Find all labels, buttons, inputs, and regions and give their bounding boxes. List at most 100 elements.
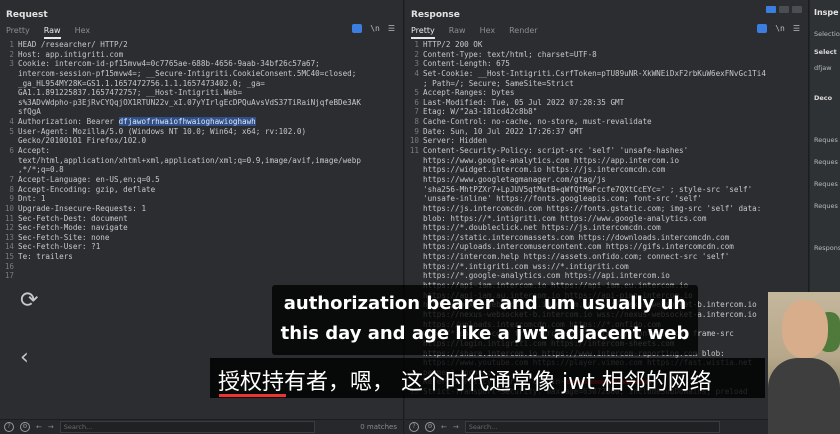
- code-line: blob: https://*.intigriti.com https://ww…: [405, 214, 808, 224]
- line-number: 9: [9, 194, 14, 204]
- help-icon[interactable]: ?: [409, 422, 419, 432]
- settings-icon[interactable]: ⚙: [20, 422, 30, 432]
- line-text: Dnt: 1: [18, 194, 46, 204]
- refresh-icon[interactable]: ⟳: [20, 288, 38, 313]
- match-count: 0 matches: [360, 423, 397, 431]
- line-text: https://www.googletagmanager.com/gtag/js: [423, 174, 606, 184]
- prev-arrow-icon[interactable]: ←: [36, 423, 42, 431]
- help-icon[interactable]: ?: [4, 422, 14, 432]
- code-line: 13 Sec-Fetch-Site: none: [0, 233, 403, 243]
- line-number: 1: [9, 40, 14, 49]
- code-line: https://widget.intercom.io https://js.in…: [405, 165, 808, 175]
- inspector-title: Inspe: [814, 8, 839, 17]
- layout-buttons: [766, 6, 802, 13]
- english-caption: authorization bearer and um usually uh t…: [272, 285, 698, 355]
- inspector-item[interactable]: Reques: [814, 158, 838, 166]
- response-tools: \n ☰: [757, 24, 800, 33]
- code-line: 3 Content-Length: 675: [405, 59, 808, 69]
- code-line: Gecko/20100101 Firefox/102.0: [0, 136, 403, 146]
- inspector-item[interactable]: Deco: [814, 94, 832, 102]
- code-line: 16: [0, 262, 403, 272]
- code-line: 11 Content-Security-Policy: script-src 's…: [405, 146, 808, 156]
- layout-vertical-icon[interactable]: [792, 6, 802, 13]
- tab-pretty[interactable]: Pretty: [411, 26, 435, 39]
- line-number: 8: [9, 184, 14, 194]
- line-text: Te: trailers: [18, 252, 73, 262]
- line-number: 2: [9, 49, 14, 59]
- inspector-item[interactable]: Respons: [814, 244, 840, 252]
- line-text: Last-Modified: Tue, 05 Jul 2022 07:28:35…: [423, 97, 625, 107]
- inspector-item[interactable]: Selection: [814, 30, 840, 38]
- wrap-icon[interactable]: [352, 24, 363, 33]
- line-number: 11: [4, 213, 14, 223]
- inspector-item[interactable]: dfjaw: [814, 64, 832, 72]
- code-line: https://static.intercomassets.com https:…: [405, 233, 808, 243]
- line-text: https://widget.intercom.io https://js.in…: [423, 165, 666, 175]
- inspector-item[interactable]: Select: [814, 48, 837, 56]
- request-search-input[interactable]: Search...: [59, 421, 315, 433]
- code-line: https://*.doubleclick.net https://js.int…: [405, 223, 808, 233]
- line-text: https://*.intigriti.com wss://*.intigrit…: [423, 261, 629, 271]
- menu-icon[interactable]: ☰: [793, 24, 800, 33]
- line-text: Sec-Fetch-Mode: navigate: [18, 223, 128, 233]
- line-text: Accept-Language: en-US,en;q=0.5: [18, 174, 160, 184]
- tab-render[interactable]: Render: [509, 26, 537, 39]
- line-number: 10: [4, 203, 14, 213]
- selected-token[interactable]: dfjawofrhwaiofhwaioghawioghawh: [118, 117, 256, 127]
- code-line: 'sha256-MhtPZXr7+LpJUV5qtMutB+qWfQtMaFcc…: [405, 185, 808, 195]
- code-line: 2 Content-Type: text/html; charset=UTF-8: [405, 50, 808, 60]
- tab-raw[interactable]: Raw: [449, 26, 466, 39]
- line-number: 6: [414, 97, 419, 107]
- layout-split-icon[interactable]: [766, 6, 776, 13]
- code-line: 9 Dnt: 1: [0, 194, 403, 204]
- menu-icon[interactable]: ☰: [388, 24, 395, 33]
- line-text: Date: Sun, 10 Jul 2022 17:26:37 GMT: [423, 126, 584, 136]
- line-text: https://www.google-analytics.com https:/…: [423, 155, 680, 165]
- code-line: ,*/*;q=0.8: [0, 165, 403, 175]
- code-line: 10 Server: Hidden: [405, 136, 808, 146]
- response-search-input[interactable]: Search...: [464, 421, 720, 433]
- line-text: Sec-Fetch-User: ?1: [18, 242, 101, 252]
- line-number: 14: [4, 242, 14, 252]
- tab-raw[interactable]: Raw: [43, 26, 61, 39]
- line-number: 8: [414, 117, 419, 127]
- next-arrow-icon[interactable]: →: [48, 423, 54, 431]
- code-line: 8 Accept-Encoding: gzip, deflate: [0, 185, 403, 195]
- inspector-item[interactable]: Reques: [814, 136, 838, 144]
- response-search-bar: ? ⚙ ← → Search...: [405, 419, 808, 434]
- back-arrow-icon[interactable]: ‹: [20, 345, 29, 370]
- code-line: ; Path=/; Secure; SameSite=Strict: [405, 79, 808, 89]
- layout-horizontal-icon[interactable]: [779, 6, 789, 13]
- line-text: Content-Length: 675: [423, 59, 510, 69]
- line-text: https://intercom.help https://assets.onf…: [423, 252, 730, 262]
- line-number: 6: [9, 146, 14, 156]
- line-text: Accept-Encoding: gzip, deflate: [18, 184, 156, 194]
- line-text: Cookie: intercom-id-pf15mvw4=0c7765ae-68…: [18, 59, 320, 69]
- request-search-bar: ? ⚙ ← → Search... 0 matches: [0, 419, 403, 434]
- wrap-icon[interactable]: [757, 24, 768, 33]
- newline-toggle[interactable]: \n: [775, 24, 785, 33]
- line-text: Set-Cookie: __Host-Intigriti.CsrfToken=p…: [423, 68, 766, 78]
- code-line: 7 Accept-Language: en-US,en;q=0.5: [0, 175, 403, 185]
- presenter-head: [782, 300, 828, 358]
- request-title: Request: [6, 10, 48, 20]
- code-line: 5 User-Agent: Mozilla/5.0 (Windows NT 10.…: [0, 127, 403, 137]
- tab-pretty[interactable]: Pretty: [6, 26, 30, 39]
- inspector-item[interactable]: Reques: [814, 180, 838, 188]
- settings-icon[interactable]: ⚙: [425, 422, 435, 432]
- code-line: 2 Host: app.intigriti.com: [0, 50, 403, 60]
- newline-toggle[interactable]: \n: [370, 24, 380, 33]
- tab-hex[interactable]: Hex: [75, 26, 91, 39]
- line-text: Sec-Fetch-Dest: document: [18, 213, 128, 223]
- line-number: 4: [414, 68, 419, 78]
- line-number: 12: [4, 223, 14, 233]
- code-line: 'unsafe-inline' https://fonts.googleapis…: [405, 194, 808, 204]
- line-text: 'sha256-MhtPZXr7+LpJUV5qtMutB+qWfQtMaFcc…: [423, 184, 753, 194]
- prev-arrow-icon[interactable]: ←: [441, 423, 447, 431]
- line-number: 11: [409, 146, 419, 156]
- inspector-item[interactable]: Reques: [814, 202, 838, 210]
- tab-hex[interactable]: Hex: [480, 26, 496, 39]
- next-arrow-icon[interactable]: →: [453, 423, 459, 431]
- chinese-caption: 授权持有者，嗯， 这个时代通常像 jwt 相邻的网络: [210, 358, 765, 398]
- request-editor[interactable]: 1 HEAD /researcher/ HTTP/2 2 Host: app.inti…: [0, 40, 403, 281]
